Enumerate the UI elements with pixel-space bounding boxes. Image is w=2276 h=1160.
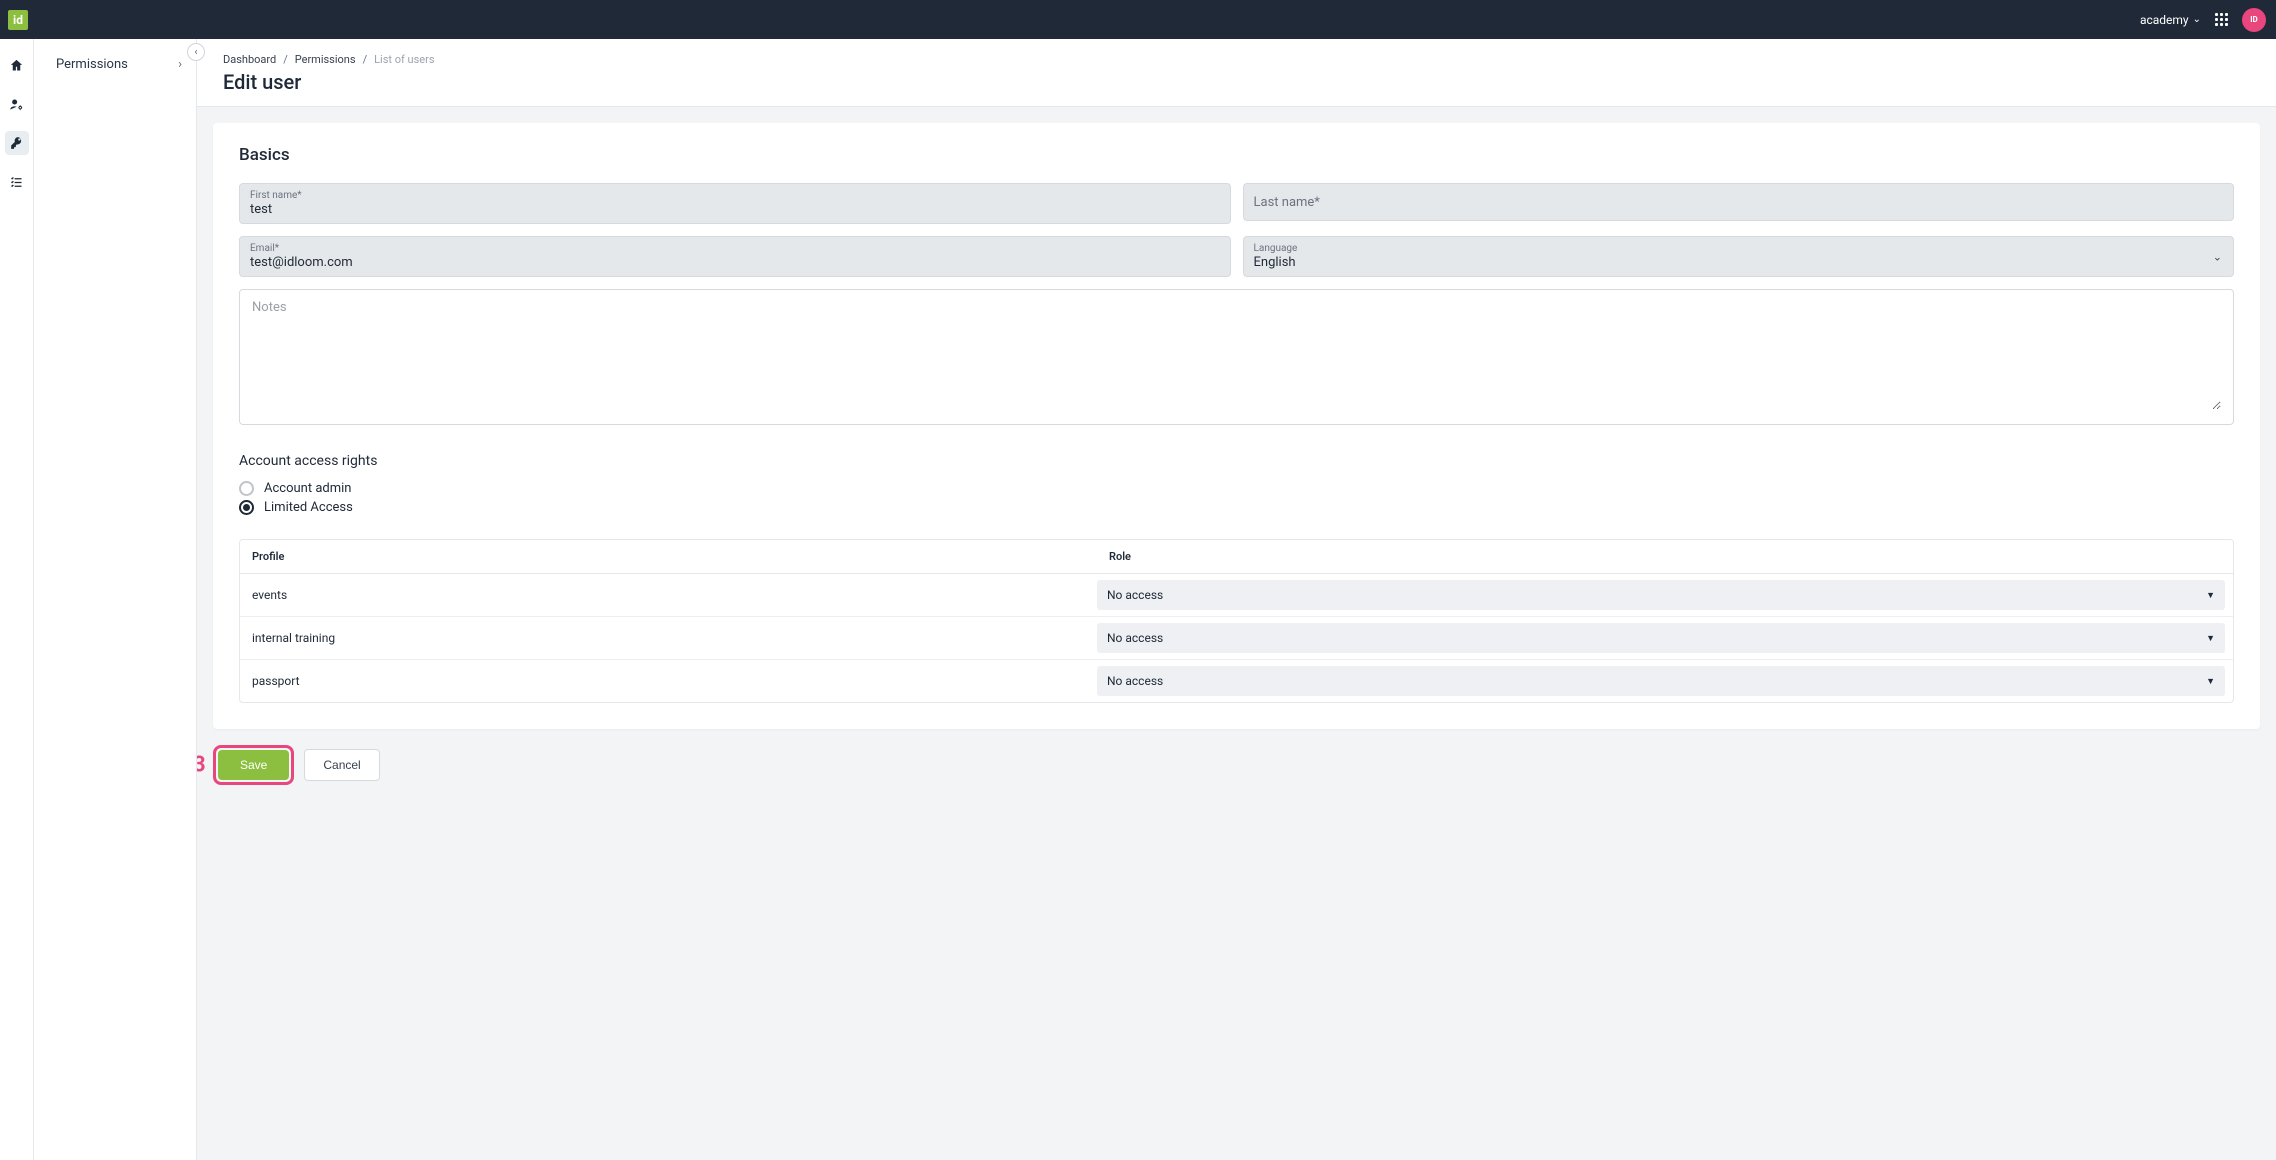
main-content: Dashboard / Permissions / List of users … — [197, 39, 2276, 1160]
icon-rail — [0, 39, 34, 1160]
step-number-badge: 3 — [197, 753, 206, 778]
role-select[interactable]: No access ▼ — [1097, 623, 2225, 653]
last-name-label: Last name* — [1254, 195, 2224, 210]
first-name-input[interactable] — [250, 202, 1220, 217]
avatar[interactable]: ID — [2242, 8, 2266, 32]
topbar: id academy ⌄ ID — [0, 0, 2276, 39]
nav-home[interactable] — [5, 53, 29, 77]
apps-grid-icon[interactable] — [2215, 13, 2228, 26]
role-value: No access — [1107, 674, 1163, 688]
first-name-field[interactable]: First name* — [239, 183, 1231, 224]
nav-checklist[interactable] — [5, 170, 29, 194]
permissions-table: Profile Role events No access ▼ internal… — [239, 539, 2234, 703]
collapse-panel-button[interactable]: ‹ — [187, 43, 205, 61]
breadcrumb: Dashboard / Permissions / List of users — [223, 53, 2250, 66]
email-field[interactable]: Email* — [239, 236, 1231, 277]
app-logo[interactable]: id — [8, 10, 28, 30]
cancel-button[interactable]: Cancel — [304, 749, 379, 781]
profile-cell: internal training — [240, 619, 1097, 657]
caret-down-icon: ▼ — [2206, 633, 2215, 644]
edit-user-card: Basics First name* Last name* — [213, 123, 2260, 729]
header-profile: Profile — [240, 540, 1097, 573]
side-panel-item-permissions[interactable]: Permissions › — [34, 39, 196, 72]
side-panel-title: Permissions — [56, 57, 128, 72]
table-header: Profile Role — [240, 540, 2233, 574]
radio-icon — [239, 481, 254, 496]
table-row: internal training No access ▼ — [240, 617, 2233, 660]
basics-heading: Basics — [239, 145, 2234, 165]
last-name-field[interactable]: Last name* — [1243, 183, 2235, 221]
radio-label: Account admin — [264, 481, 351, 496]
breadcrumb-dashboard[interactable]: Dashboard — [223, 53, 276, 66]
side-panel: ‹ Permissions › — [34, 39, 197, 1160]
access-rights-heading: Account access rights — [239, 453, 2234, 469]
caret-down-icon: ▼ — [2206, 590, 2215, 601]
role-select[interactable]: No access ▼ — [1097, 666, 2225, 696]
first-name-label: First name* — [250, 190, 1220, 201]
radio-limited-access[interactable]: Limited Access — [239, 498, 2234, 517]
profile-cell: passport — [240, 662, 1097, 700]
caret-down-icon: ▼ — [2206, 676, 2215, 687]
radio-account-admin[interactable]: Account admin — [239, 479, 2234, 498]
page-title: Edit user — [223, 70, 2250, 94]
chevron-right-icon: › — [178, 57, 182, 72]
profile-cell: events — [240, 576, 1097, 614]
key-icon — [10, 136, 24, 150]
table-row: events No access ▼ — [240, 574, 2233, 617]
table-row: passport No access ▼ — [240, 660, 2233, 702]
language-field[interactable]: Language English — [1243, 236, 2235, 277]
breadcrumb-current: List of users — [374, 53, 434, 66]
breadcrumb-permissions[interactable]: Permissions — [295, 53, 356, 66]
account-switcher[interactable]: academy ⌄ — [2140, 13, 2201, 27]
main-header: Dashboard / Permissions / List of users … — [197, 39, 2276, 107]
chevron-left-icon: ‹ — [194, 47, 197, 58]
language-label: Language — [1254, 243, 2224, 254]
notes-textarea[interactable] — [252, 300, 2221, 410]
chevron-down-icon: ⌄ — [2193, 14, 2201, 25]
account-name: academy — [2140, 13, 2189, 27]
save-button[interactable]: Save — [218, 750, 289, 780]
user-gear-icon — [9, 97, 24, 112]
save-highlight: Save — [213, 745, 294, 785]
radio-icon — [239, 500, 254, 515]
checklist-icon — [9, 175, 24, 190]
home-icon — [9, 58, 24, 73]
role-select[interactable]: No access ▼ — [1097, 580, 2225, 610]
radio-label: Limited Access — [264, 500, 353, 515]
nav-permissions[interactable] — [5, 131, 29, 155]
header-role: Role — [1097, 540, 2233, 573]
role-value: No access — [1107, 631, 1163, 645]
language-value: English — [1254, 255, 2224, 270]
role-value: No access — [1107, 588, 1163, 602]
nav-users[interactable] — [5, 92, 29, 116]
email-label: Email* — [250, 243, 1220, 254]
form-actions: 3 Save Cancel — [213, 745, 2260, 785]
email-input[interactable] — [250, 255, 1220, 270]
notes-field[interactable] — [239, 289, 2234, 425]
